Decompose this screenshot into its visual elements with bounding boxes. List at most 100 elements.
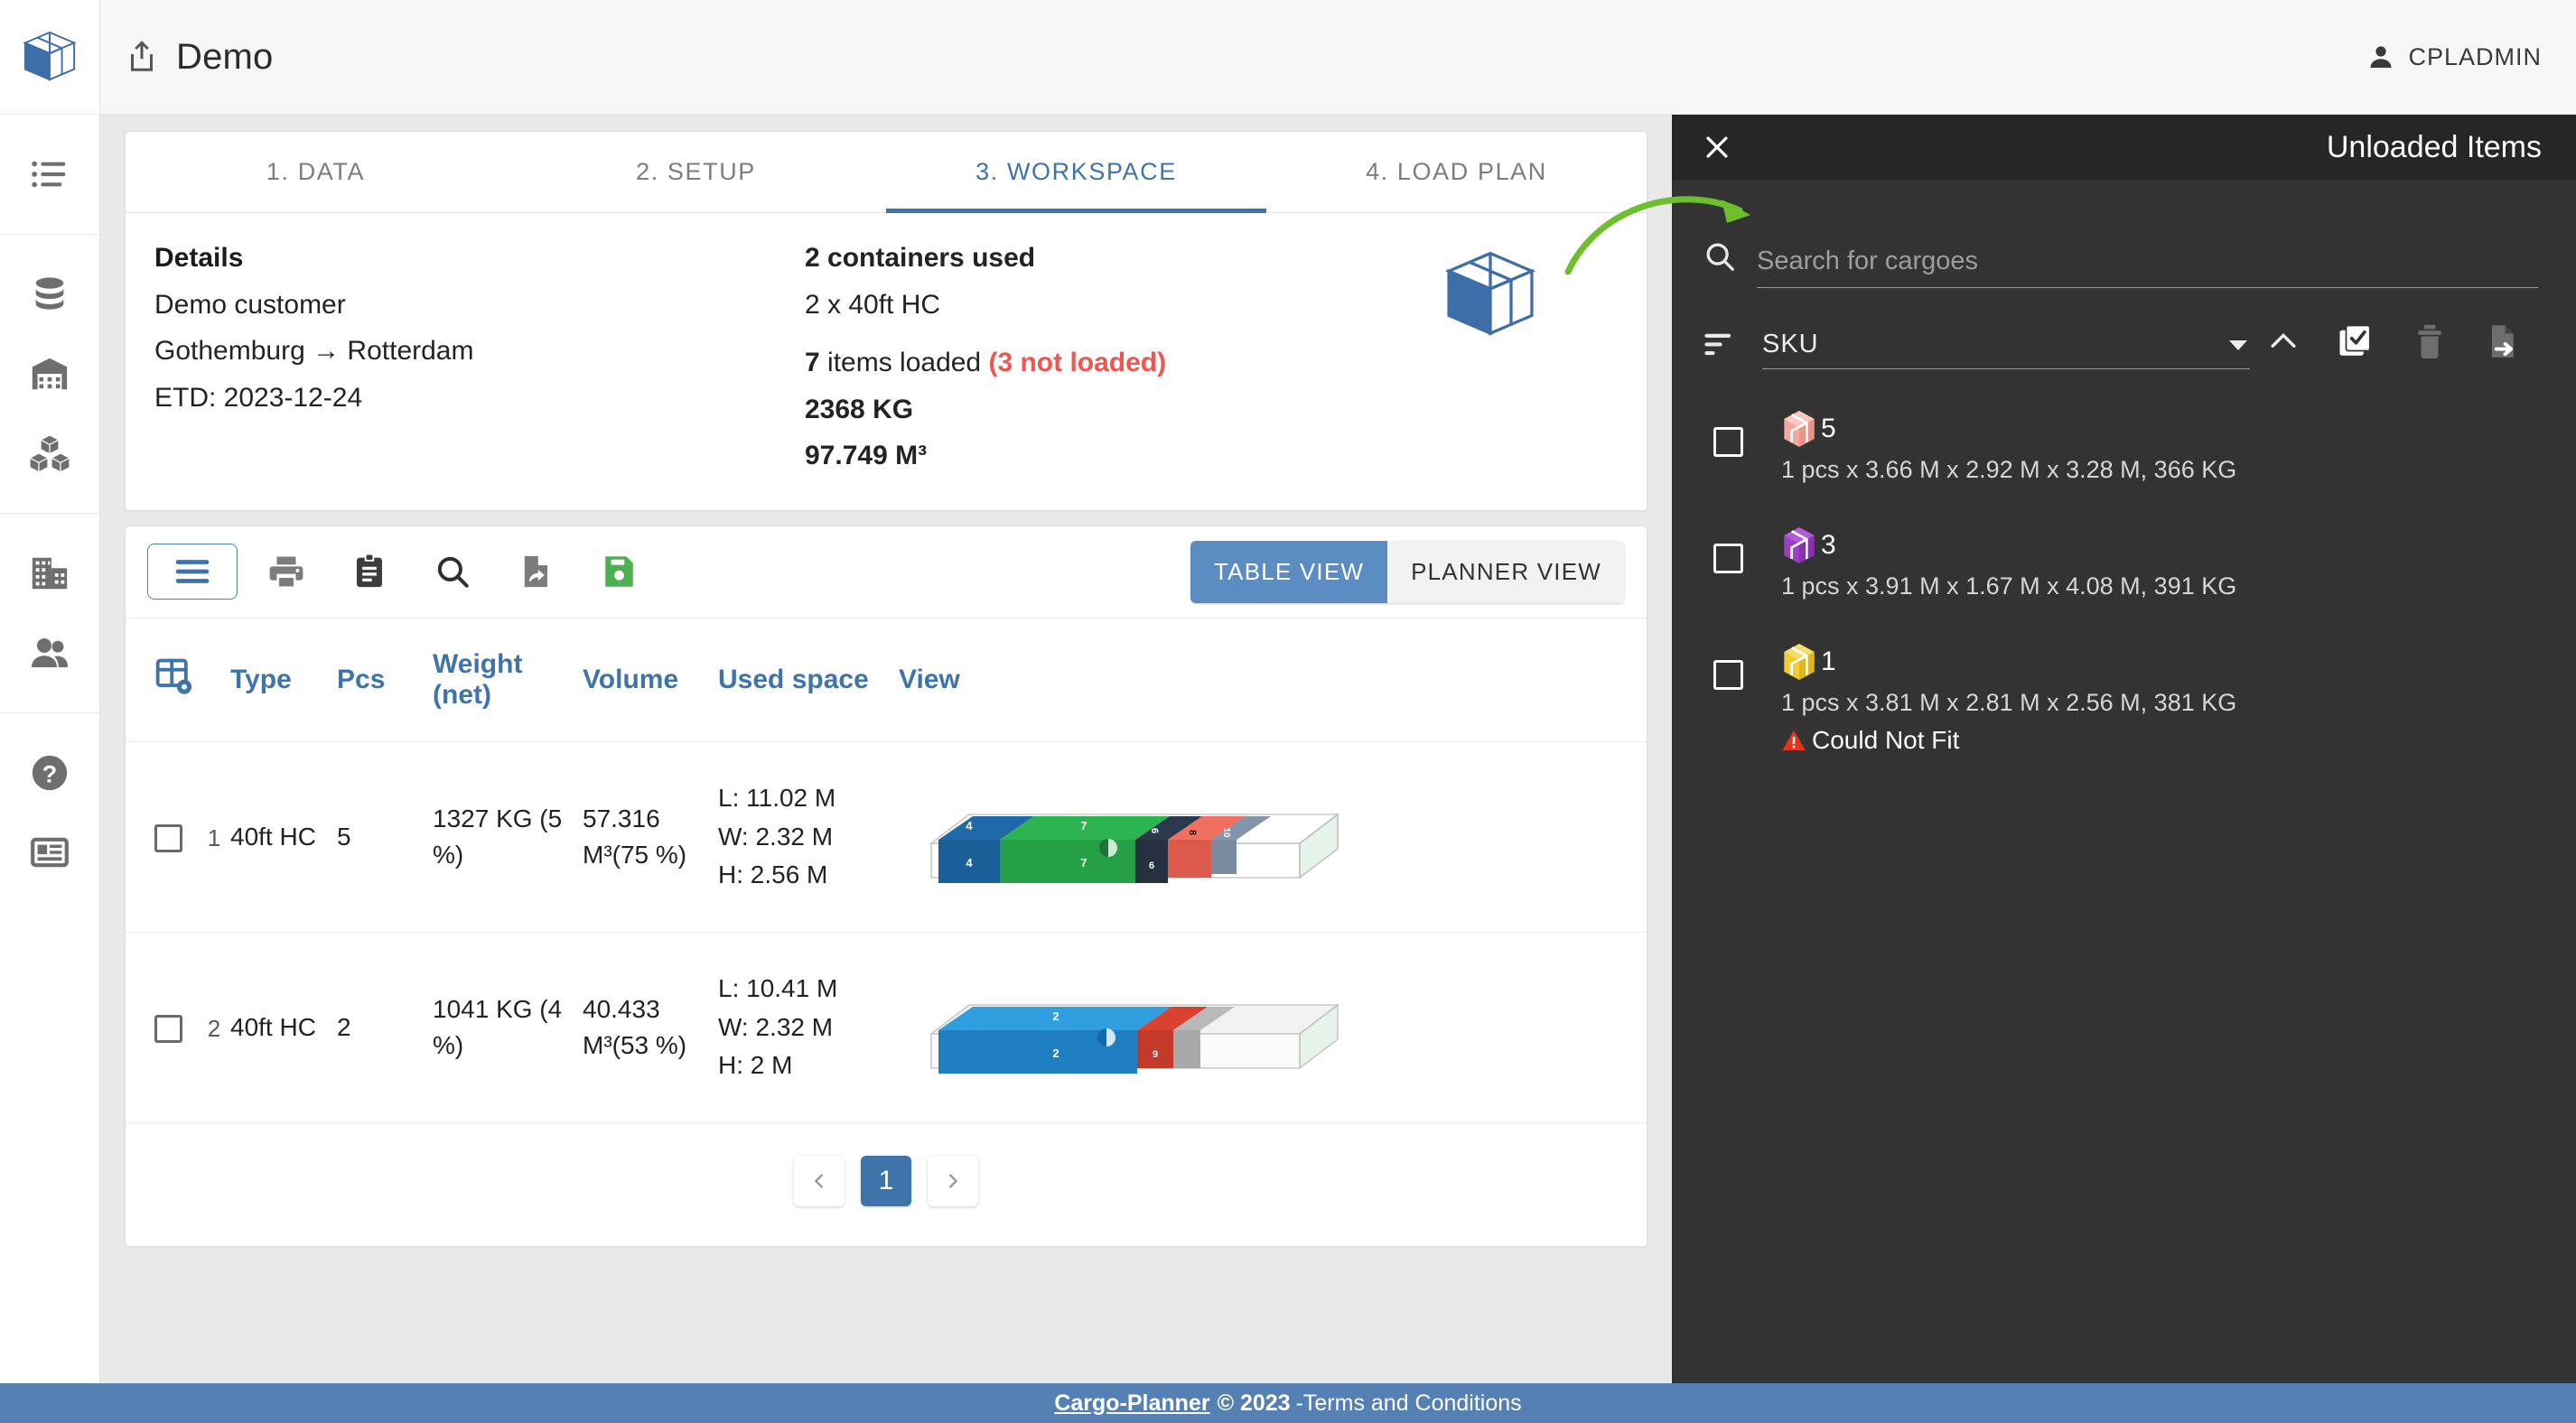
- row-weight: 1327 KG (5 %): [433, 805, 563, 869]
- col-type[interactable]: Type: [230, 618, 337, 742]
- table-settings-icon[interactable]: [154, 656, 194, 696]
- pagination-next[interactable]: [928, 1155, 978, 1206]
- panel-close-button[interactable]: [1699, 129, 1735, 165]
- total-weight: 2368 KG: [805, 394, 914, 424]
- users-icon: [32, 638, 68, 667]
- tab-bar: 1. DATA 2. SETUP 3. WORKSPACE 4. LOAD PL…: [126, 132, 1647, 213]
- container-3d-preview-1[interactable]: 4 4 7 7 6 6 8 10: [899, 773, 1341, 895]
- revert-button[interactable]: [501, 544, 570, 600]
- sidebar-group-support: ?: [0, 713, 100, 912]
- col-used-space[interactable]: Used space: [718, 618, 899, 742]
- save-button[interactable]: [584, 544, 653, 600]
- user-menu[interactable]: CPLADMIN: [2366, 42, 2542, 71]
- printer-icon: [269, 557, 303, 587]
- not-loaded-count: (3 not loaded): [988, 348, 1167, 378]
- user-name: CPLADMIN: [2408, 42, 2542, 70]
- chevron-right-icon: [949, 1174, 957, 1188]
- row-pcs: 5: [337, 822, 351, 851]
- inspect-button[interactable]: [418, 544, 487, 600]
- containers-used: 2 containers used: [805, 243, 1036, 273]
- list-item[interactable]: 3 1 pcs x 3.91 M x 1.67 M x 4.08 M, 391 …: [1672, 504, 2576, 620]
- select-all-button[interactable]: [2337, 322, 2375, 360]
- check-square-icon: [2339, 324, 2371, 356]
- col-pcs[interactable]: Pcs: [337, 618, 433, 742]
- svg-text:7: 7: [1080, 856, 1087, 870]
- close-icon: [1706, 136, 1728, 158]
- sort-icon[interactable]: [1703, 330, 1739, 358]
- sort-select[interactable]: SKU: [1762, 330, 2250, 369]
- file-undo-icon: [524, 556, 547, 588]
- help-icon: ?: [32, 755, 68, 791]
- pagination-prev[interactable]: [794, 1155, 845, 1206]
- row-height: H: 2.56 M: [718, 860, 828, 889]
- row-type: 40ft HC: [230, 823, 316, 851]
- planner-view-tab[interactable]: PLANNER VIEW: [1387, 540, 1625, 603]
- item-warning: Could Not Fit: [1781, 726, 2236, 755]
- search-input[interactable]: [1757, 246, 2538, 276]
- clipboard-icon: [357, 554, 382, 588]
- item-checkbox[interactable]: [1713, 544, 1743, 573]
- sidebar-item-help[interactable]: ?: [0, 733, 100, 813]
- items-loaded-text: items loaded: [819, 348, 989, 378]
- list-item[interactable]: 5 1 pcs x 3.66 M x 2.92 M x 3.28 M, 366 …: [1672, 387, 2576, 504]
- tab-data[interactable]: 1. DATA: [126, 132, 506, 213]
- list-view-button[interactable]: [147, 544, 238, 600]
- warning-icon: [1782, 730, 1806, 751]
- item-checkbox[interactable]: [1713, 660, 1743, 690]
- building-icon: [32, 557, 68, 590]
- report-button[interactable]: [335, 544, 404, 600]
- delete-button[interactable]: [2413, 322, 2447, 360]
- row-width: W: 2.32 M: [718, 1012, 834, 1041]
- col-weight[interactable]: Weight (net): [433, 618, 583, 742]
- share-button[interactable]: [126, 39, 158, 75]
- details-column: Details Demo customer Gothemburg → Rotte…: [154, 235, 805, 479]
- footer-terms[interactable]: -Terms and Conditions: [1296, 1390, 1522, 1417]
- tab-load-plan[interactable]: 4. LOAD PLAN: [1266, 132, 1647, 213]
- sidebar-item-warehouse[interactable]: [0, 334, 100, 414]
- trash-icon: [2418, 324, 2441, 358]
- search-field-wrapper: [1757, 246, 2538, 288]
- print-button[interactable]: [252, 544, 321, 600]
- table-row[interactable]: 1 40ft HC 5 1327 KG (5 %) 57.316 M³(75 %…: [126, 741, 1647, 933]
- tab-workspace[interactable]: 3. WORKSPACE: [886, 132, 1266, 213]
- sidebar-item-news[interactable]: [0, 813, 100, 892]
- svg-text:7: 7: [1080, 819, 1087, 832]
- table-settings-cell: [126, 618, 230, 742]
- sort-direction-button[interactable]: [2268, 330, 2299, 352]
- item-checkbox[interactable]: [1713, 427, 1743, 457]
- row-length: L: 11.02 M: [718, 784, 836, 813]
- export-button[interactable]: [2485, 322, 2519, 360]
- row-checkbox[interactable]: [154, 1014, 182, 1043]
- app-logo[interactable]: [0, 0, 100, 115]
- search-icon: [1706, 243, 1734, 271]
- container-illustration: [1441, 247, 1540, 347]
- sidebar-item-database[interactable]: [0, 255, 100, 334]
- results-card: TABLE VIEW PLANNER VIEW Type Pcs Weight …: [125, 525, 1647, 1247]
- sidebar-item-boxes[interactable]: [0, 414, 100, 493]
- row-width: W: 2.32 M: [718, 822, 834, 851]
- containers-table: Type Pcs Weight (net) Volume Used space …: [126, 618, 1647, 1123]
- container-3d-preview-2[interactable]: 2 2 9: [899, 963, 1341, 1085]
- sidebar-group-primary: [0, 115, 100, 235]
- tab-setup[interactable]: 2. SETUP: [506, 132, 886, 213]
- cargo-box-logo-icon: [23, 31, 77, 81]
- footer-brand-link[interactable]: Cargo-Planner: [1054, 1390, 1209, 1417]
- col-volume[interactable]: Volume: [583, 618, 718, 742]
- pagination-page-1[interactable]: 1: [861, 1155, 911, 1206]
- table-view-tab[interactable]: TABLE VIEW: [1190, 540, 1388, 603]
- details-heading: Details: [154, 243, 244, 273]
- row-checkbox[interactable]: [154, 823, 182, 852]
- col-view[interactable]: View: [899, 618, 1647, 742]
- sidebar-item-list[interactable]: [0, 135, 100, 214]
- svg-text:4: 4: [966, 819, 973, 832]
- cargo-box-icon: [1784, 527, 1815, 563]
- news-icon: [31, 837, 69, 868]
- svg-text:6: 6: [1149, 860, 1154, 871]
- search-icon: [437, 557, 469, 589]
- list-item[interactable]: 1 1 pcs x 3.81 M x 2.81 M x 2.56 M, 381 …: [1672, 620, 2576, 775]
- sidebar-item-building[interactable]: [0, 534, 100, 613]
- table-row[interactable]: 2 40ft HC 2 1041 KG (4 %) 40.433 M³(53 %…: [126, 932, 1647, 1123]
- sidebar-group-org: [0, 514, 100, 713]
- sidebar-item-users[interactable]: [0, 613, 100, 693]
- list-icon: [32, 161, 66, 188]
